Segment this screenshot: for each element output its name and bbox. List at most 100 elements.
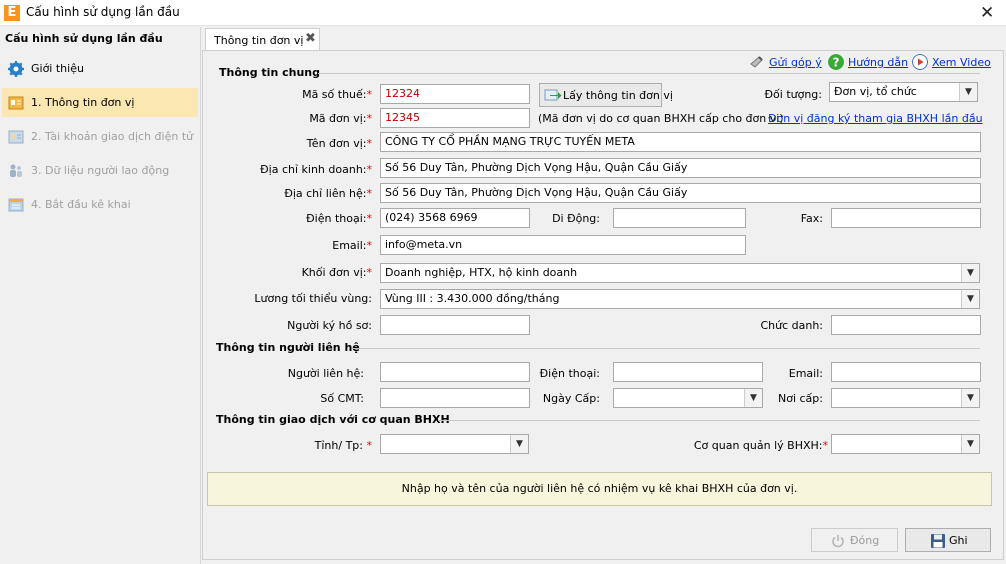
- mobile-label: Di Động:: [552, 212, 600, 225]
- section-contact-title: Thông tin người liên hệ: [216, 341, 360, 354]
- title-bar: E Cấu hình sử dụng lần đầu ✕: [0, 0, 1006, 26]
- import-arrow-icon: [544, 89, 562, 101]
- unit-block-label: Khối đơn vị:*: [301, 266, 372, 279]
- object-select-value: Đơn vị, tổ chức: [834, 85, 917, 98]
- chevron-down-icon: ▼: [961, 389, 979, 407]
- feedback-icon[interactable]: [749, 54, 766, 70]
- contact-email-input[interactable]: [831, 362, 981, 382]
- unit-code-note: (Mã đơn vị do cơ quan BHXH cấp cho đơn v…: [538, 112, 784, 125]
- register-first-time-link[interactable]: Đơn vị đăng ký tham gia BHXH lần đầu: [768, 112, 983, 125]
- phone-label: Điện thoại:*: [306, 212, 372, 225]
- hint-message: Nhập họ và tên của người liên hệ có nhiệ…: [207, 472, 992, 506]
- fetch-unit-info-button[interactable]: Lấy thông tin đơn vị: [539, 83, 673, 107]
- app-logo: E: [4, 5, 20, 21]
- help-icon[interactable]: ?: [828, 54, 844, 70]
- tab-unit-info[interactable]: Thông tin đơn vị ✖: [205, 28, 320, 51]
- min-wage-label: Lương tối thiểu vùng:: [254, 292, 372, 305]
- account-icon: [8, 130, 24, 144]
- contact-person-input[interactable]: [380, 362, 530, 382]
- sidebar-header: Cấu hình sử dụng lần đầu: [5, 32, 163, 45]
- tax-code-input[interactable]: 12324: [380, 84, 530, 104]
- video-link[interactable]: Xem Video: [932, 56, 991, 69]
- mobile-input[interactable]: [613, 208, 746, 228]
- sidebar-item-label: 2. Tài khoản giao dịch điện tử: [31, 130, 194, 143]
- chevron-down-icon: ▼: [961, 290, 979, 308]
- sidebar-item-employees[interactable]: 3. Dữ liệu người lao động: [2, 156, 198, 185]
- signer-label: Người ký hồ sơ:: [287, 319, 372, 332]
- unit-block-select[interactable]: Doanh nghiệp, HTX, hộ kinh doanh ▼: [380, 263, 980, 283]
- signer-input[interactable]: [380, 315, 530, 335]
- min-wage-select[interactable]: Vùng III : 3.430.000 đồng/tháng ▼: [380, 289, 980, 309]
- tax-code-label: Mã số thuế:*: [302, 88, 372, 101]
- play-video-icon[interactable]: [912, 54, 928, 70]
- unit-code-label: Mã đơn vị:*: [309, 112, 372, 125]
- fetch-button-label: Lấy thông tin đơn vị: [563, 89, 673, 102]
- sidebar-item-label: 3. Dữ liệu người lao động: [31, 164, 170, 177]
- agency-select[interactable]: ▼: [831, 434, 980, 454]
- contact-phone-input[interactable]: [613, 362, 763, 382]
- id-number-label: Số CMT:: [320, 392, 364, 405]
- guide-link[interactable]: Hướng dẫn: [848, 56, 908, 69]
- unit-name-label: Tên đơn vị:*: [306, 137, 372, 150]
- close-icon[interactable]: ✕: [980, 3, 994, 23]
- close-button-label: Đóng: [850, 534, 880, 547]
- close-button[interactable]: Đóng: [811, 528, 898, 552]
- id-card-icon: [8, 96, 24, 110]
- sidebar-item-unit-info[interactable]: 1. Thông tin đơn vị: [2, 88, 198, 117]
- gear-icon: [8, 61, 24, 77]
- phone-input[interactable]: (024) 3568 6969: [380, 208, 530, 228]
- business-address-input[interactable]: Số 56 Duy Tân, Phường Dịch Vọng Hậu, Quậ…: [380, 158, 981, 178]
- fax-input[interactable]: [831, 208, 981, 228]
- contact-email-label: Email:: [788, 367, 823, 380]
- sidebar-item-label: 1. Thông tin đơn vị: [31, 96, 135, 109]
- contact-address-input[interactable]: Số 56 Duy Tân, Phường Dịch Vọng Hậu, Quậ…: [380, 183, 981, 203]
- tab-label: Thông tin đơn vị: [214, 34, 304, 47]
- calendar-icon: [8, 198, 24, 212]
- section-divider: [353, 348, 980, 349]
- svg-text:?: ?: [833, 56, 840, 70]
- sidebar-item-account[interactable]: 2. Tài khoản giao dịch điện tử: [2, 122, 198, 151]
- job-title-input[interactable]: [831, 315, 981, 335]
- sidebar: Cấu hình sử dụng lần đầu Giới thiệu 1. T…: [0, 27, 201, 564]
- issue-place-label: Nơi cấp:: [778, 392, 823, 405]
- job-title-label: Chức danh:: [760, 319, 823, 332]
- min-wage-value: Vùng III : 3.430.000 đồng/tháng: [385, 292, 560, 305]
- tab-close-icon[interactable]: ✖: [305, 31, 316, 46]
- people-icon: [10, 164, 22, 177]
- email-label: Email:*: [332, 239, 372, 252]
- province-select[interactable]: ▼: [380, 434, 529, 454]
- window-title: Cấu hình sử dụng lần đầu: [26, 5, 180, 19]
- chevron-down-icon: ▼: [961, 264, 979, 282]
- agency-label: Cơ quan quản lý BHXH:*: [693, 439, 828, 452]
- issue-place-select[interactable]: ▼: [831, 388, 980, 408]
- section-general-title: Thông tin chung: [219, 66, 321, 79]
- power-icon: [832, 535, 844, 548]
- chevron-down-icon: ▼: [510, 435, 528, 453]
- object-select[interactable]: Đơn vị, tổ chức ▼: [829, 82, 978, 102]
- save-button[interactable]: Ghi: [905, 528, 991, 552]
- sidebar-item-start[interactable]: 4. Bắt đầu kê khai: [2, 190, 198, 219]
- id-number-input[interactable]: [380, 388, 530, 408]
- contact-phone-label: Điện thoại:: [539, 367, 600, 380]
- section-agency-title: Thông tin giao dịch với cơ quan BHXH: [216, 413, 450, 426]
- sidebar-item-label: 4. Bắt đầu kê khai: [31, 198, 131, 211]
- fax-label: Fax:: [800, 212, 823, 225]
- section-divider: [318, 73, 980, 74]
- save-button-label: Ghi: [949, 534, 968, 547]
- unit-code-input[interactable]: 12345: [380, 108, 530, 128]
- sidebar-item-label: Giới thiệu: [31, 62, 84, 75]
- section-divider: [438, 420, 980, 421]
- feedback-link[interactable]: Gửi góp ý: [769, 56, 822, 69]
- unit-name-input[interactable]: CÔNG TY CỔ PHẦN MẠNG TRỰC TUYẾN META: [380, 132, 981, 152]
- unit-block-value: Doanh nghiệp, HTX, hộ kinh doanh: [385, 266, 578, 279]
- contact-address-label: Địa chỉ liên hệ:*: [284, 187, 372, 200]
- issue-date-picker[interactable]: ▼: [613, 388, 763, 408]
- business-address-label: Địa chỉ kinh doanh:*: [260, 163, 372, 176]
- sidebar-item-intro[interactable]: Giới thiệu: [2, 54, 198, 83]
- contact-person-label: Người liên hệ:: [287, 367, 364, 380]
- email-input[interactable]: info@meta.vn: [380, 235, 746, 255]
- chevron-down-icon: ▼: [959, 83, 977, 101]
- issue-date-label: Ngày Cấp:: [542, 392, 600, 405]
- floppy-disk-icon: [931, 534, 945, 548]
- object-label: Đối tượng:: [764, 88, 822, 101]
